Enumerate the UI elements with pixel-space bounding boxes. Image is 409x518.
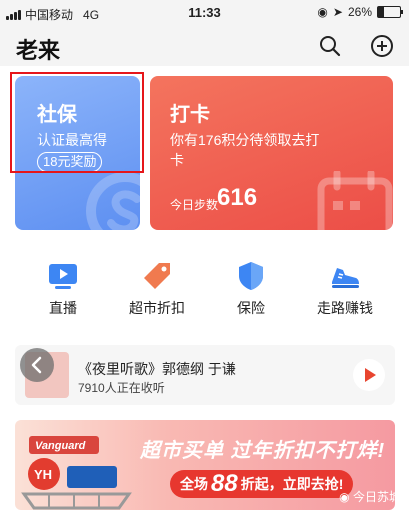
status-bar: 中国移动 4G 11:33 ◉ ➤ 26% — [0, 0, 409, 26]
shopping-cart-illustration: Vanguard YH — [21, 436, 132, 510]
promo-banner[interactable]: Vanguard YH 超市买单 过年折扣不打烊! 全场 88 折起，立即去抢! — [15, 420, 395, 510]
add-icon[interactable] — [370, 34, 394, 58]
sneaker-icon — [332, 268, 359, 288]
audio-title: 《夜里听歌》郭德纲 于谦 — [78, 361, 236, 377]
price-tag-icon — [144, 263, 170, 289]
watermark-text: 今日苏城 — [352, 490, 401, 504]
chevron-left-icon — [31, 356, 42, 374]
rotation-lock-icon: ◉ — [317, 5, 328, 19]
steps-label: 今日步数 — [170, 198, 219, 212]
back-button[interactable] — [20, 348, 54, 382]
battery-icon — [377, 6, 403, 18]
banner-headline: 超市买单 过年折扣不打烊! — [140, 440, 386, 462]
play-button[interactable] — [353, 359, 385, 391]
page-title: 老来 — [16, 38, 61, 63]
quick-action-supermarket[interactable]: 超市折扣 — [112, 260, 202, 318]
daka-card[interactable]: 打卡 你有176积分待领取去打卡 今日步数 616 — [150, 76, 393, 230]
steps-value: 616 — [217, 184, 258, 211]
listener-count: 7910人正在收听 — [78, 381, 165, 395]
quick-action-label: 保险 — [237, 300, 265, 316]
search-icon[interactable] — [318, 34, 342, 58]
quick-action-walk[interactable]: 走路赚钱 — [300, 260, 390, 318]
source-watermark: ◉ 今日苏城 — [339, 488, 401, 505]
quick-action-live[interactable]: 直播 — [18, 260, 108, 318]
audio-player[interactable]: 《夜里听歌》郭德纲 于谦 7910人正在收听 — [15, 345, 395, 405]
battery-percent: 26% — [347, 5, 372, 19]
pill-suffix: 折起，立即去抢! — [240, 476, 344, 492]
pill-prefix: 全场 — [180, 476, 208, 492]
daka-subtitle: 你有176积分待领取去打卡 — [170, 132, 320, 168]
app-header: 老来 — [0, 26, 409, 66]
quick-action-insurance[interactable]: 保险 — [206, 260, 296, 318]
shield-icon — [239, 262, 263, 290]
play-icon — [365, 368, 376, 382]
daka-title: 打卡 — [170, 104, 210, 126]
shebao-watermark-icon — [86, 172, 140, 230]
tv-play-icon — [49, 264, 77, 289]
quick-action-label: 直播 — [49, 300, 77, 316]
highlight-box — [10, 72, 144, 173]
quick-action-label: 走路赚钱 — [317, 300, 373, 316]
wechat-icon: ◉ — [339, 490, 350, 504]
discount-pill[interactable]: 全场 88 折起，立即去抢! — [170, 470, 354, 498]
svg-text:YH: YH — [34, 467, 52, 482]
calendar-watermark-icon — [317, 171, 393, 230]
discount-number: 88 — [211, 470, 238, 497]
location-icon: ➤ — [332, 5, 343, 19]
svg-text:Vanguard: Vanguard — [35, 440, 86, 452]
quick-action-label: 超市折扣 — [129, 300, 185, 316]
